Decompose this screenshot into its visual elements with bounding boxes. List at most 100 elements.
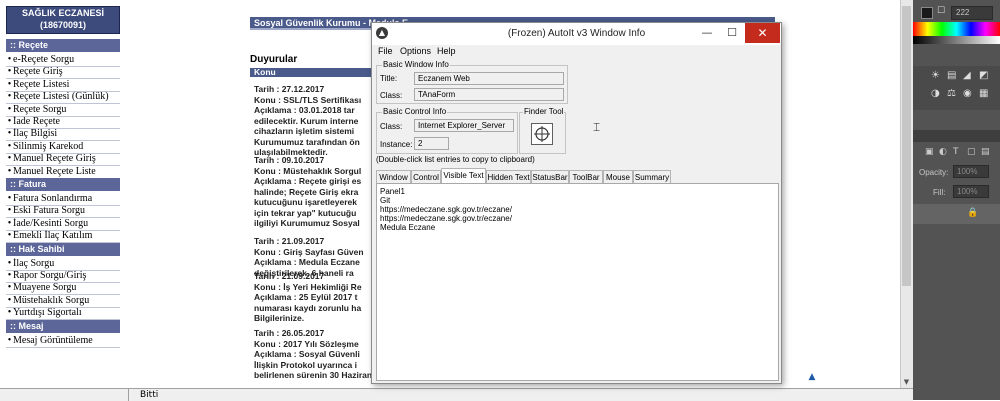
brightness-icon[interactable]: ☀ xyxy=(931,70,940,81)
fill-field[interactable]: 100% xyxy=(953,185,989,198)
menu-item-label: İade/Kesinti Sorgu xyxy=(13,217,89,229)
menu-section-header: :: Mesaj xyxy=(6,319,120,333)
balance-icon[interactable]: ⚖ xyxy=(947,88,956,99)
visible-text-list[interactable]: Panel1 Git https://medeczane.sgk.gov.tr/… xyxy=(376,183,779,381)
menu-item[interactable]: • İade Reçete xyxy=(6,116,120,129)
scroll-down-icon[interactable]: ▼ xyxy=(902,378,911,387)
title-bar[interactable]: ▲ (Frozen) AutoIt v3 Window Info — ☐ ✕ xyxy=(372,23,781,45)
menu-item[interactable]: • Fatura Sonlandırma xyxy=(6,193,120,206)
layer-row[interactable]: 🔒 xyxy=(913,204,1000,224)
menu-item[interactable]: • Yurtdışı Sigortalı xyxy=(6,307,120,321)
tab-mouse[interactable]: Mouse xyxy=(603,170,633,183)
status-text: Bitti xyxy=(140,390,159,400)
menu-item-label: Manuel Reçete Liste xyxy=(13,165,96,177)
menu-item-label: e-Reçete Sorgu xyxy=(13,54,75,65)
list-item[interactable]: Panel1 xyxy=(380,187,405,196)
control-class-label: Class: xyxy=(380,122,403,131)
menu-item-label: Reçete Sorgu xyxy=(13,103,67,115)
filter-adjust-icon[interactable]: ◐ xyxy=(939,147,947,157)
layer-filter-row: ▣ ◐ T ▢ ▤ xyxy=(913,145,1000,163)
list-item[interactable]: Medula Eczane xyxy=(380,223,435,232)
fill-value: 100% xyxy=(957,187,978,196)
close-icon[interactable]: ✕ xyxy=(745,23,780,43)
menu-file[interactable]: File xyxy=(378,46,393,56)
menu-item[interactable]: • Emekli İlaç Katılım xyxy=(6,230,120,244)
opacity-field[interactable]: 100% xyxy=(953,165,989,178)
photo-filter-icon[interactable]: ◉ xyxy=(963,88,972,99)
menu-item[interactable]: • Silinmiş Karekod xyxy=(6,141,120,154)
channel-icon[interactable]: ▦ xyxy=(979,88,988,99)
menu-section-header: :: Reçete xyxy=(6,39,120,52)
hue-icon[interactable]: ◑ xyxy=(931,88,940,99)
filter-smart-icon[interactable]: ▤ xyxy=(981,147,990,157)
menu-section-header: :: Hak Sahibi xyxy=(6,242,120,256)
tab-control[interactable]: Control xyxy=(411,170,441,183)
list-item[interactable]: Git xyxy=(380,196,390,205)
tab-toolbar[interactable]: ToolBar xyxy=(569,170,603,183)
exposure-icon[interactable]: ◩ xyxy=(979,70,988,81)
lock-icon: 🔒 xyxy=(967,208,979,218)
menu-item[interactable]: • İlaç Sorgu xyxy=(6,258,120,271)
bullet-icon: • xyxy=(7,193,12,204)
menu-bar: File Options Help xyxy=(372,45,781,59)
finder-tool-group: Finder Tool xyxy=(519,107,566,154)
crosshair-icon[interactable] xyxy=(531,123,553,145)
menu-item[interactable]: • Rapor Sorgu/Giriş xyxy=(6,270,120,283)
menu-item[interactable]: • Mesaj Görüntüleme xyxy=(6,335,120,348)
menu-help[interactable]: Help xyxy=(437,46,456,56)
maximize-icon[interactable]: ☐ xyxy=(719,23,745,43)
minimize-icon[interactable]: — xyxy=(694,23,720,43)
control-class-field[interactable]: Internet Explorer_Server xyxy=(414,119,514,132)
menu-item[interactable]: • Muayene Sorgu xyxy=(6,282,120,296)
control-instance-field[interactable]: 2 xyxy=(414,137,449,150)
bullet-icon: • xyxy=(7,282,12,294)
menu-item[interactable]: • e-Reçete Sorgu xyxy=(6,54,120,67)
menu-item-label: Fatura Sonlandırma xyxy=(13,193,93,204)
menu-item[interactable]: • Müstehaklık Sorgu xyxy=(6,295,120,308)
menu-section-header: :: Fatura xyxy=(6,178,120,191)
tab-hidden-text[interactable]: Hidden Text xyxy=(486,170,531,183)
menu-item[interactable]: • Eski Fatura Sorgu xyxy=(6,205,120,219)
menu-item[interactable]: • İlaç Bilgisi xyxy=(6,128,120,142)
tab-window[interactable]: Window xyxy=(376,170,411,183)
menu-item[interactable]: • Reçete Listesi xyxy=(6,79,120,92)
left-menu: SAĞLIK ECZANESİ (18670091) :: Reçete • e-R… xyxy=(0,0,123,388)
tab-summary[interactable]: Summary xyxy=(633,170,671,183)
layers-tab-bar[interactable] xyxy=(913,130,1000,142)
menu-item-label: İade Reçete xyxy=(13,116,60,127)
scroll-top-icon[interactable]: ▲ xyxy=(806,372,818,384)
menu-item-label: Emekli İlaç Katılım xyxy=(13,230,93,242)
tab-statusbar[interactable]: StatusBar xyxy=(531,170,569,183)
autoit-window-info: ▲ (Frozen) AutoIt v3 Window Info — ☐ ✕ F… xyxy=(371,22,782,384)
menu-item[interactable]: • Reçete Giriş xyxy=(6,66,120,80)
filter-type-icon[interactable]: T xyxy=(953,147,959,157)
menu-options[interactable]: Options xyxy=(400,46,431,56)
window-class-field[interactable]: TAnaForm xyxy=(414,88,564,101)
color-spectrum[interactable] xyxy=(913,22,1000,36)
scrollbar-thumb[interactable] xyxy=(902,6,911,286)
list-item[interactable]: https://medeczane.sgk.gov.tr/eczane/ xyxy=(380,205,512,214)
menu-item-label: Yurtdışı Sigortalı xyxy=(13,307,82,319)
tab-visible-text[interactable]: Visible Text xyxy=(441,168,486,184)
menu-item[interactable]: • Reçete Sorgu xyxy=(6,104,120,117)
bullet-icon: • xyxy=(7,307,12,319)
filter-pixel-icon[interactable]: ▣ xyxy=(925,147,934,157)
swatch-icon[interactable] xyxy=(921,7,933,19)
menu-item[interactable]: • Manuel Reçete Giriş xyxy=(6,153,120,167)
curves-icon[interactable]: ◢ xyxy=(963,70,971,81)
levels-icon[interactable]: ▤ xyxy=(947,70,956,81)
menu-item[interactable]: • İade/Kesinti Sorgu xyxy=(6,218,120,231)
window-title-field[interactable]: Eczanem Web xyxy=(414,72,564,85)
copy-hint: (Double-click list entries to copy to cl… xyxy=(376,155,535,164)
bullet-icon: • xyxy=(7,128,12,140)
bullet-icon: • xyxy=(7,294,12,306)
opacity-label: Opacity: xyxy=(919,168,949,177)
value-field[interactable]: 222 xyxy=(951,6,993,20)
hand-icon[interactable]: ☐ xyxy=(937,6,947,18)
finder-tool-label: Finder Tool xyxy=(523,107,565,116)
grayscale-ramp[interactable] xyxy=(913,36,1000,44)
list-item[interactable]: https://medeczane.sgk.gov.tr/eczane/ xyxy=(380,214,512,223)
menu-item[interactable]: • Reçete Listesi (Günlük) xyxy=(6,91,120,105)
menu-item[interactable]: • Manuel Reçete Liste xyxy=(6,166,120,179)
filter-shape-icon[interactable]: ▢ xyxy=(967,147,976,157)
